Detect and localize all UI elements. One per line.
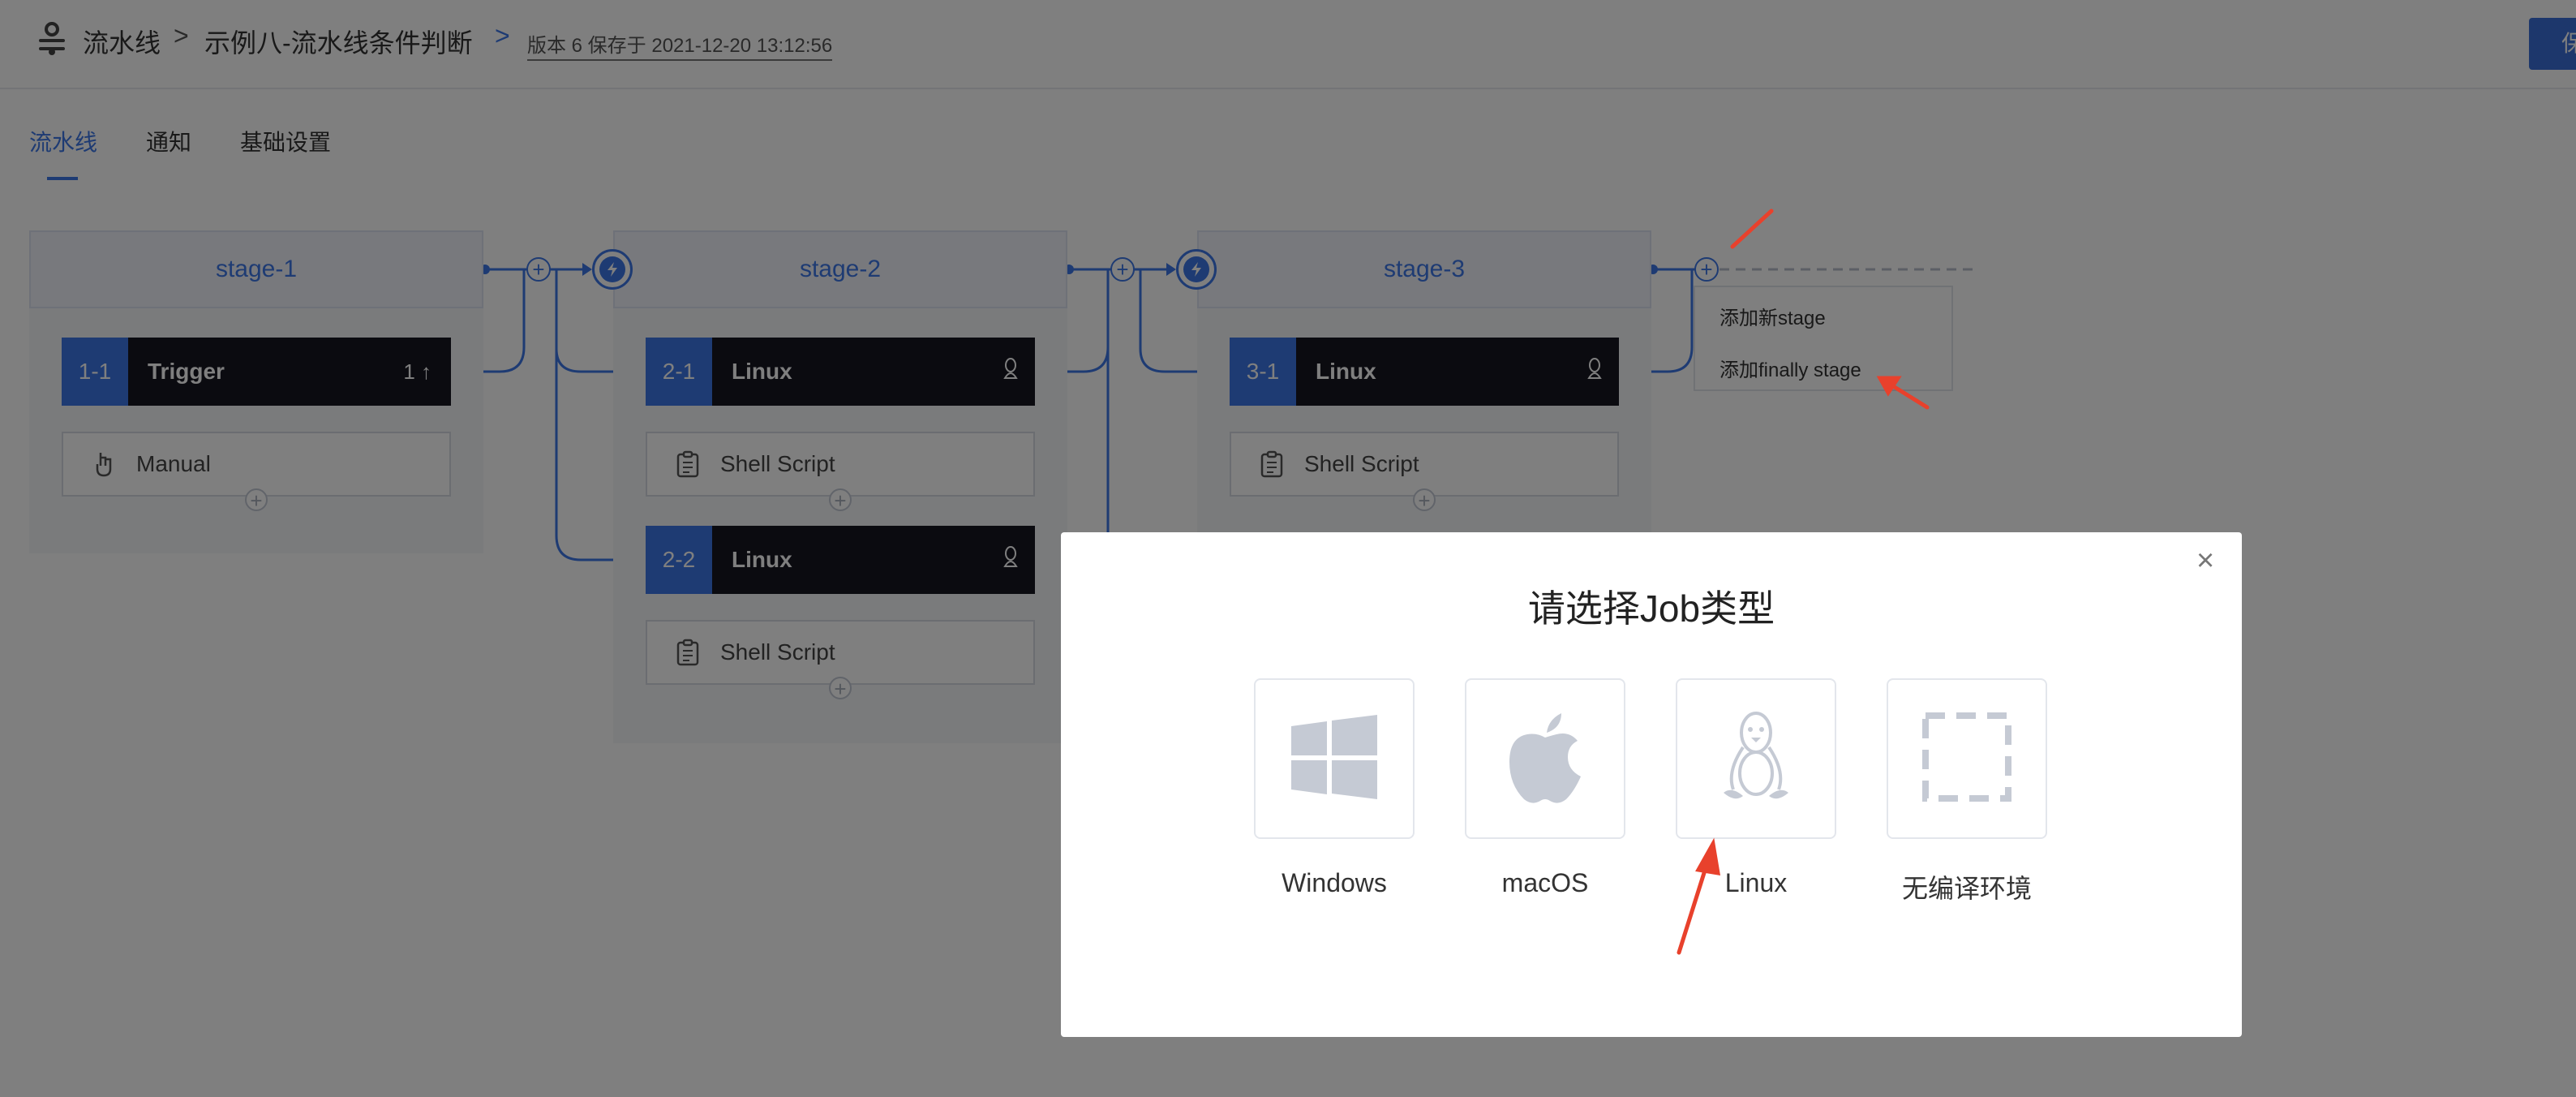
annotation-arrows	[1677, 209, 1930, 955]
